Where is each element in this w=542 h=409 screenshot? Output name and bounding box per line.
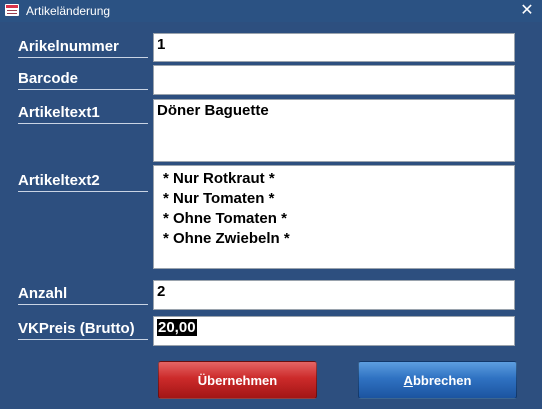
anzahl-field[interactable]: 2 <box>153 280 515 310</box>
barcode-label: Barcode <box>18 70 148 90</box>
artikeltext2-label: Artikeltext2 <box>18 172 148 192</box>
artikeltext2-line: * Ohne Zwiebeln * <box>163 230 290 247</box>
abbrechen-accesskey: A <box>403 373 413 388</box>
vkpreis-value: 20,00 <box>157 319 197 336</box>
anzahl-label: Anzahl <box>18 285 148 305</box>
artikelnummer-label: Arikelnummer <box>18 38 148 58</box>
window-title: Artikeländerung <box>26 4 111 18</box>
artikeltext2-line: * Nur Rotkraut * <box>163 170 275 187</box>
vkpreis-field[interactable]: 20,00 <box>153 316 515 346</box>
artikeltext2-field[interactable]: * Nur Rotkraut * * Nur Tomaten * * Ohne … <box>153 165 515 269</box>
close-icon[interactable]: ✕ <box>512 0 542 22</box>
artikeltext2-line: * Nur Tomaten * <box>163 190 275 207</box>
abbrechen-label-rest: bbrechen <box>412 373 472 388</box>
artikelnummer-field[interactable]: 1 <box>153 33 515 62</box>
barcode-field[interactable] <box>153 65 515 95</box>
vkpreis-label: VKPreis (Brutto) <box>18 320 148 340</box>
abbrechen-button[interactable]: Abbrechen <box>358 361 517 399</box>
title-bar: Artikeländerung ✕ <box>0 0 542 22</box>
artikeltext2-line: * Ohne Tomaten * <box>163 210 287 227</box>
uebernehmen-button[interactable]: Übernehmen <box>158 361 317 399</box>
artikeltext1-label: Artikeltext1 <box>18 104 148 124</box>
form-app-icon <box>5 4 19 16</box>
artikeltext1-field[interactable]: Döner Baguette <box>153 99 515 162</box>
